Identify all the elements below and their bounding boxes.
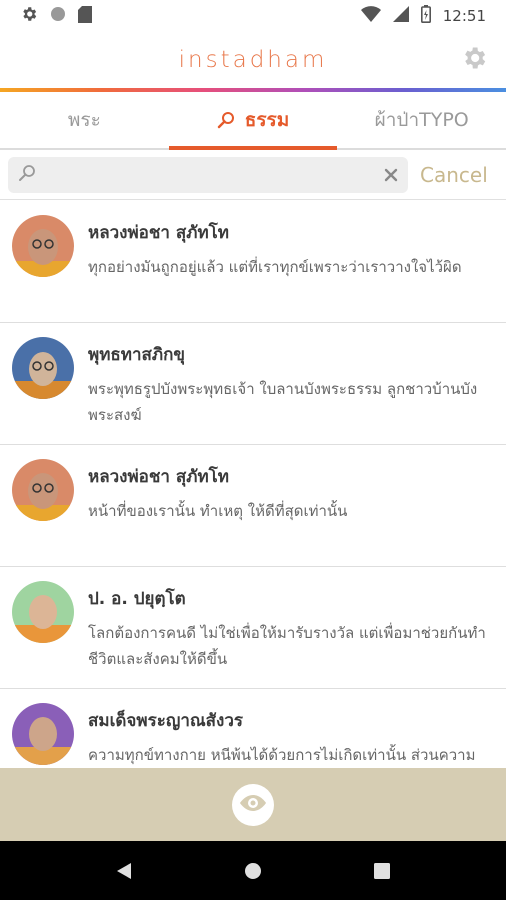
list-item[interactable]: สมเด็จพระญาณสังวร ความทุกข์ทางกาย หนีพ้น… [0,689,506,768]
bottom-bar [0,768,506,841]
system-nav-bar [0,841,506,900]
avatar [12,703,74,765]
list-item[interactable]: พุทธทาสภิกขุ พระพุทธรูปบังพระพุทธเจ้า ใบ… [0,323,506,445]
quote-text: ทุกอย่างมันถูกอยู่แล้ว แต่ที่เราทุกข์เพร… [88,258,462,276]
battery-icon [420,5,431,27]
quote-author: หลวงพ่อชา สุภัทโท [88,467,230,487]
search-input[interactable] [44,164,384,185]
wifi-icon [360,6,381,26]
tab-label: ผ้าป่าTYPO [374,109,469,131]
list-item[interactable]: ป. อ. ปยุตฺโต โลกต้องการคนดี ไม่ใช่เพื่อ… [0,567,506,689]
tab-label: ธรรม [244,109,290,131]
gear-icon [460,44,488,76]
sd-card-icon [78,5,92,27]
search-icon [18,164,36,186]
quote-author: ป. อ. ปยุตฺโต [88,589,186,609]
gear-icon [20,5,38,27]
tab-label: พระ [67,109,101,131]
quote-text: พระพุทธรูปบังพระพุทธเจ้า ใบลานบังพระธรรม… [88,380,478,424]
quote-text: ความทุกข์ทางกาย หนีพ้นได้ด้วยการไม่เกิดเ… [88,746,476,764]
avatar [12,459,74,521]
tab-dhamma[interactable]: ธรรม [168,92,338,150]
app-title: instadham [178,47,328,73]
quote-text: หน้าที่ของเรานั้น ทำเหตุ ให้ดีที่สุดเท่า… [88,502,348,520]
quote-author: หลวงพ่อชา สุภัทโท [88,223,230,243]
quote-text: โลกต้องการคนดี ไม่ใช่เพื่อให้มารับรางวัล… [88,624,486,668]
avatar [12,581,74,643]
back-icon[interactable] [116,862,132,880]
list-item[interactable]: หลวงพ่อชา สุภัทโท หน้าที่ของเรานั้น ทำเห… [0,445,506,567]
search-box [8,156,408,193]
search-icon [217,111,235,129]
tab-typo[interactable]: ผ้าป่าTYPO [337,92,506,148]
status-bar: 12:51 [0,0,506,32]
eye-icon [239,793,267,817]
tab-monks[interactable]: พระ [0,92,169,148]
quote-author: พุทธทาสภิกขุ [88,345,186,365]
avatar [12,215,74,277]
list-item[interactable]: หลวงพ่อชา สุภัทโท ทุกอย่างมันถูกอยู่แล้ว… [0,201,506,323]
quote-author: สมเด็จพระญาณสังวร [88,711,244,731]
recents-icon[interactable] [374,862,390,879]
home-icon[interactable] [244,862,262,880]
quote-list: หลวงพ่อชา สุภัทโท ทุกอย่างมันถูกอยู่แล้ว… [0,201,506,768]
search-row: Cancel [0,150,506,200]
circle-icon [50,6,66,26]
settings-button[interactable] [458,44,490,76]
signal-icon [392,6,409,26]
status-time: 12:51 [442,7,486,25]
clear-search-icon[interactable] [384,168,398,182]
cancel-button[interactable]: Cancel [420,163,488,187]
tab-bar: พระ ธรรม ผ้าป่าTYPO [0,92,506,150]
app-header: instadham [0,32,506,88]
view-button[interactable] [232,783,274,826]
avatar [12,337,74,399]
